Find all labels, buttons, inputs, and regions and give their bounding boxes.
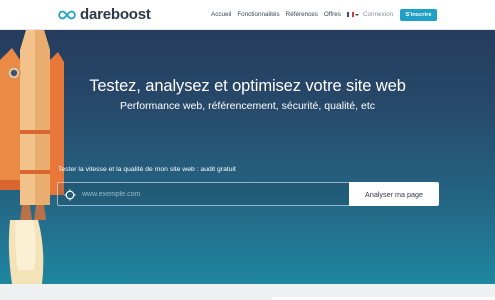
hero-subtitle: Performance web, référencement, sécurité… (119, 100, 376, 112)
analyze-page-button[interactable]: Analyser ma page (349, 182, 439, 206)
crosshair-icon (64, 189, 76, 201)
login-link[interactable]: Connexion (363, 11, 393, 18)
site-header: dareboost Accueil Fonctionnalités Référe… (0, 0, 495, 30)
main-nav: Accueil Fonctionnalités Références Offre… (211, 11, 369, 18)
infinity-logo-icon (58, 10, 76, 20)
url-analysis-form: Analyser ma page (57, 182, 439, 206)
nav-item-offres[interactable]: Offres (324, 11, 341, 18)
signup-button[interactable]: S'inscrire (400, 9, 437, 21)
url-input[interactable] (82, 184, 346, 205)
logo-text: dareboost (80, 6, 151, 23)
logo[interactable]: dareboost (58, 7, 151, 23)
nav-item-references[interactable]: Références (286, 11, 318, 18)
url-field-container (57, 182, 349, 206)
hero-section: Testez, analysez et optimisez votre site… (0, 30, 495, 284)
rocket-illustration (0, 30, 64, 284)
chevron-down-icon[interactable] (354, 14, 359, 16)
nav-item-fonctionnalites[interactable]: Fonctionnalités (237, 11, 279, 18)
audit-label: Tester la vitesse et la qualité de mon s… (58, 166, 236, 173)
fr-flag-icon[interactable] (346, 12, 354, 17)
nav-item-accueil[interactable]: Accueil (211, 11, 231, 18)
hero-title: Testez, analysez et optimisez votre site… (89, 77, 406, 95)
